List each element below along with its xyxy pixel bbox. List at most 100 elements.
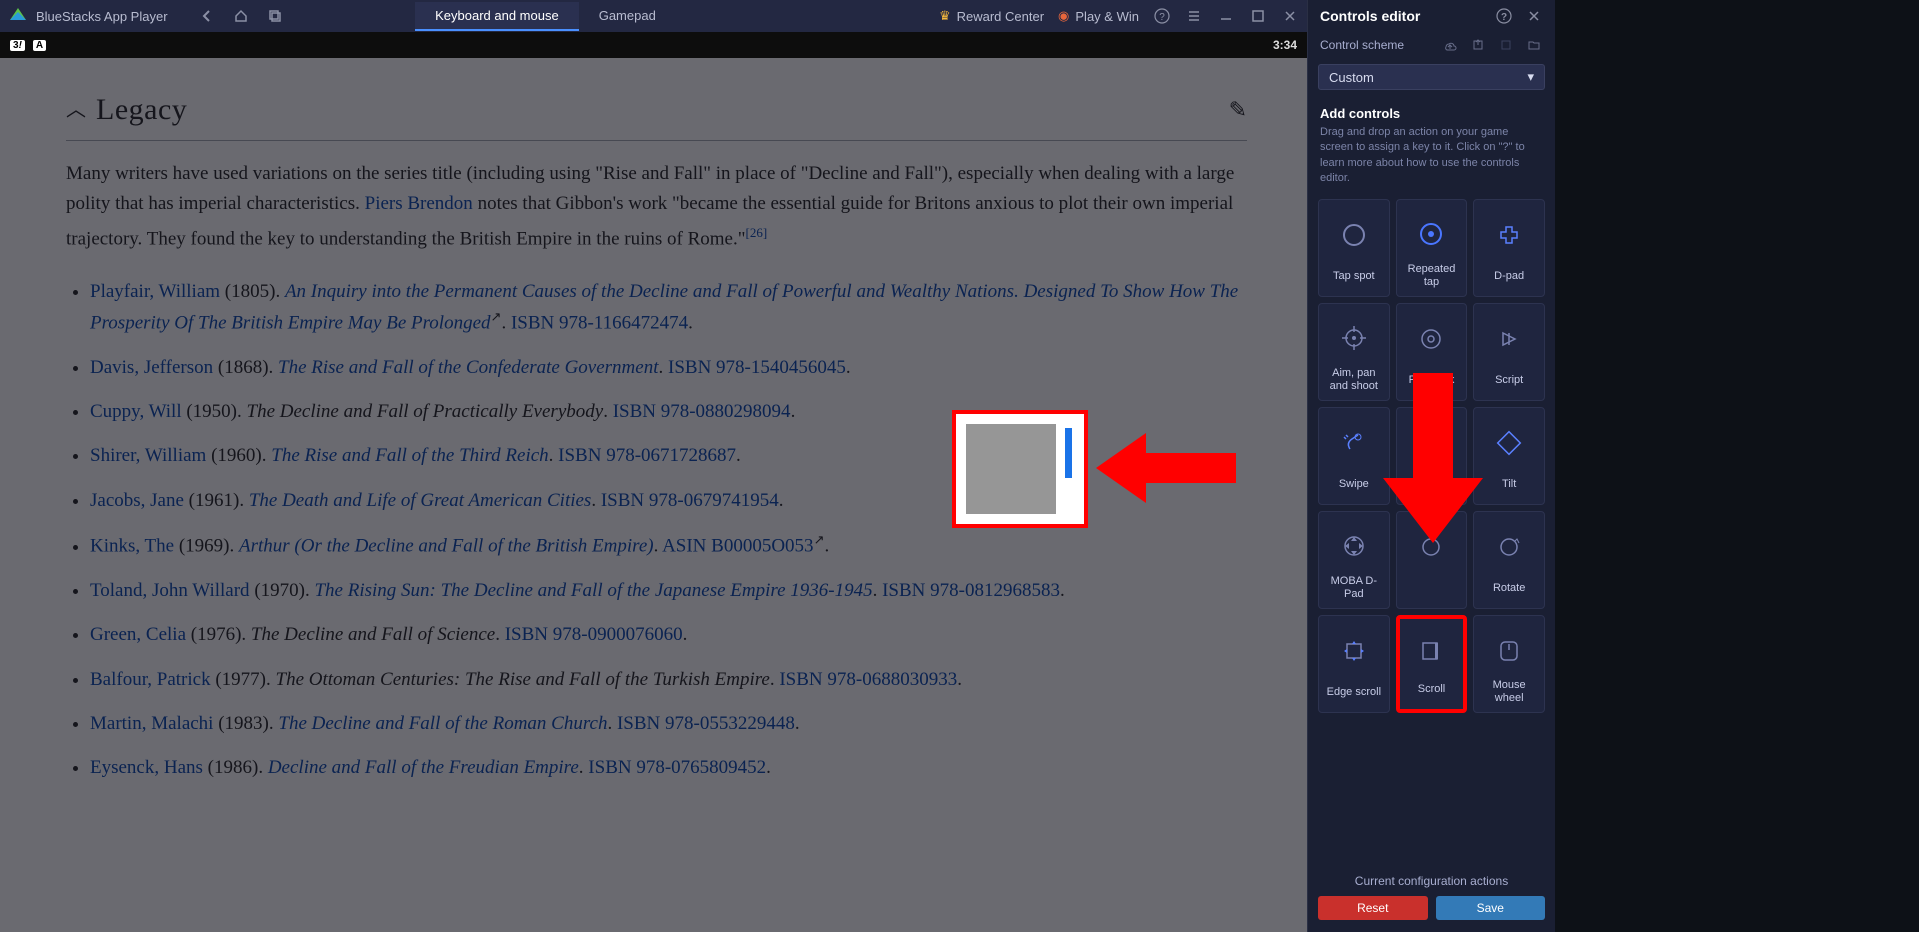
- list-item: Martin, Malachi (1983). The Decline and …: [90, 709, 1247, 739]
- author-link[interactable]: Green, Celia: [90, 624, 186, 645]
- panel-title: Controls editor: [1320, 8, 1420, 24]
- bibliography-list: Playfair, William (1805). An Inquiry int…: [66, 277, 1247, 784]
- folder-icon[interactable]: [1525, 36, 1543, 54]
- isbn-link[interactable]: 978-1540456045: [716, 357, 846, 378]
- control-tile-rotate[interactable]: Rotate: [1473, 511, 1545, 609]
- controls-editor-panel: Controls editor ? Control scheme Custom: [1307, 0, 1555, 932]
- reward-center-button[interactable]: ♛ Reward Center: [939, 8, 1044, 24]
- crown-icon: ♛: [939, 8, 951, 24]
- isbn-link[interactable]: 978-0880298094: [661, 401, 791, 422]
- title-link[interactable]: The Rising Sun: The Decline and Fall of …: [314, 580, 872, 601]
- menu-icon[interactable]: [1185, 7, 1203, 25]
- isbn-label-link[interactable]: ISBN: [613, 401, 656, 422]
- home-icon[interactable]: [232, 7, 250, 25]
- control-tile-repeated-tap[interactable]: Repeated tap: [1396, 199, 1468, 297]
- bluestacks-logo-icon: [8, 6, 28, 26]
- citation-link[interactable]: [26]: [745, 225, 767, 240]
- isbn-label-link[interactable]: ISBN: [668, 357, 711, 378]
- letter-a-icon: A: [33, 40, 46, 51]
- isbn-label-link[interactable]: ISBN: [505, 624, 548, 645]
- title-link[interactable]: The Rise and Fall of the Confederate Gov…: [278, 357, 658, 378]
- author-link[interactable]: Davis, Jefferson: [90, 357, 213, 378]
- control-tile-mouse-wheel[interactable]: Mouse wheel: [1473, 615, 1545, 713]
- isbn-link[interactable]: 978-0812968583: [930, 580, 1060, 601]
- author-link[interactable]: Cuppy, Will: [90, 401, 182, 422]
- scheme-label: Control scheme: [1320, 38, 1404, 52]
- play-win-button[interactable]: ◉ Play & Win: [1058, 8, 1139, 24]
- back-icon[interactable]: [198, 7, 216, 25]
- clock: 3:34: [1273, 38, 1297, 52]
- isbn-link[interactable]: 978-0671728687: [606, 445, 736, 466]
- author-link[interactable]: Playfair, William: [90, 281, 220, 302]
- svg-text:?: ?: [1159, 12, 1165, 23]
- control-tile-tilt[interactable]: Tilt: [1473, 407, 1545, 505]
- link-piers-brendon[interactable]: Piers Brendon: [365, 193, 473, 214]
- isbn-label-link[interactable]: ISBN: [882, 580, 925, 601]
- collapse-icon[interactable]: ︿: [66, 94, 86, 126]
- isbn-link[interactable]: 978-0765809452: [636, 757, 766, 778]
- recents-icon[interactable]: [266, 7, 284, 25]
- isbn-label-link[interactable]: ISBN: [617, 713, 660, 734]
- title-link[interactable]: The Decline and Fall of the Roman Church: [278, 713, 607, 734]
- control-tile-scroll[interactable]: Scroll: [1396, 615, 1468, 713]
- author-link[interactable]: Balfour, Patrick: [90, 669, 211, 690]
- panel-close-icon[interactable]: [1525, 7, 1543, 25]
- title-link[interactable]: The Rise and Fall of the Third Reich: [271, 445, 548, 466]
- list-item: Toland, John Willard (1970). The Rising …: [90, 576, 1247, 606]
- asin-link[interactable]: B00005O053: [711, 536, 813, 557]
- control-tile-tap-spot[interactable]: Tap spot: [1318, 199, 1390, 297]
- control-tile-edge-scroll[interactable]: Edge scroll: [1318, 615, 1390, 713]
- author-link[interactable]: Toland, John Willard: [90, 580, 250, 601]
- tab-gamepad[interactable]: Gamepad: [579, 2, 676, 31]
- author-link[interactable]: Jacobs, Jane: [90, 490, 184, 511]
- isbn-label-link[interactable]: ISBN: [779, 669, 822, 690]
- section-heading: Legacy: [96, 86, 187, 134]
- scheme-dropdown[interactable]: Custom ▾: [1318, 64, 1545, 90]
- isbn-link[interactable]: 978-0679741954: [649, 490, 779, 511]
- app-header: BlueStacks App Player Keyboard and mouse…: [0, 0, 1307, 32]
- isbn-link[interactable]: 978-0900076060: [553, 624, 683, 645]
- cloud-upload-icon[interactable]: [1441, 36, 1459, 54]
- panel-help-icon[interactable]: ?: [1495, 7, 1513, 25]
- asin-label-link[interactable]: ASIN: [662, 536, 706, 557]
- author-link[interactable]: Eysenck, Hans: [90, 757, 203, 778]
- control-tile-script[interactable]: Script: [1473, 303, 1545, 401]
- android-status-bar: 3! A 3:34: [0, 32, 1307, 58]
- tab-keyboard-mouse[interactable]: Keyboard and mouse: [415, 2, 579, 31]
- minimize-icon[interactable]: [1217, 7, 1235, 25]
- annotation-arrow-left: [1096, 428, 1236, 508]
- title-link[interactable]: Decline and Fall of the Freudian Empire: [268, 757, 579, 778]
- control-tile-swipe[interactable]: Swipe: [1318, 407, 1390, 505]
- isbn-label-link[interactable]: ISBN: [511, 312, 554, 333]
- title-link[interactable]: Arthur (Or the Decline and Fall of the B…: [239, 536, 654, 557]
- isbn-link[interactable]: 978-1166472474: [559, 312, 688, 333]
- annotation-arrow-down: [1383, 373, 1483, 543]
- isbn-link[interactable]: 978-0553229448: [665, 713, 795, 734]
- author-link[interactable]: Martin, Malachi: [90, 713, 213, 734]
- title-link[interactable]: The Death and Life of Great American Cit…: [249, 490, 592, 511]
- list-item: Kinks, The (1969). Arthur (Or the Declin…: [90, 530, 1247, 562]
- isbn-link[interactable]: 978-0688030933: [827, 669, 957, 690]
- author-link[interactable]: Shirer, William: [90, 445, 206, 466]
- export-icon[interactable]: [1469, 36, 1487, 54]
- app-title: BlueStacks App Player: [36, 9, 168, 24]
- emulator-viewport[interactable]: ︿ Legacy ✎ Many writers have used variat…: [0, 58, 1307, 932]
- isbn-label-link[interactable]: ISBN: [558, 445, 601, 466]
- list-item: Green, Celia (1976). The Decline and Fal…: [90, 620, 1247, 650]
- maximize-icon[interactable]: [1249, 7, 1267, 25]
- isbn-label-link[interactable]: ISBN: [601, 490, 644, 511]
- control-tile-d-pad[interactable]: D-pad: [1473, 199, 1545, 297]
- close-icon[interactable]: [1281, 7, 1299, 25]
- reset-button[interactable]: Reset: [1318, 896, 1428, 920]
- help-icon[interactable]: ?: [1153, 7, 1171, 25]
- import-icon[interactable]: [1497, 36, 1515, 54]
- scroll-control-preview[interactable]: [952, 410, 1088, 528]
- save-button[interactable]: Save: [1436, 896, 1546, 920]
- control-tile-aim-pan-and-shoot[interactable]: Aim, pan and shoot: [1318, 303, 1390, 401]
- isbn-label-link[interactable]: ISBN: [588, 757, 631, 778]
- control-tile-moba-d-pad[interactable]: MOBA D-Pad: [1318, 511, 1390, 609]
- author-link[interactable]: Kinks, The: [90, 536, 174, 557]
- list-item: Playfair, William (1805). An Inquiry int…: [90, 277, 1247, 339]
- section-paragraph: Many writers have used variations on the…: [66, 159, 1247, 255]
- edit-icon[interactable]: ✎: [1229, 92, 1247, 127]
